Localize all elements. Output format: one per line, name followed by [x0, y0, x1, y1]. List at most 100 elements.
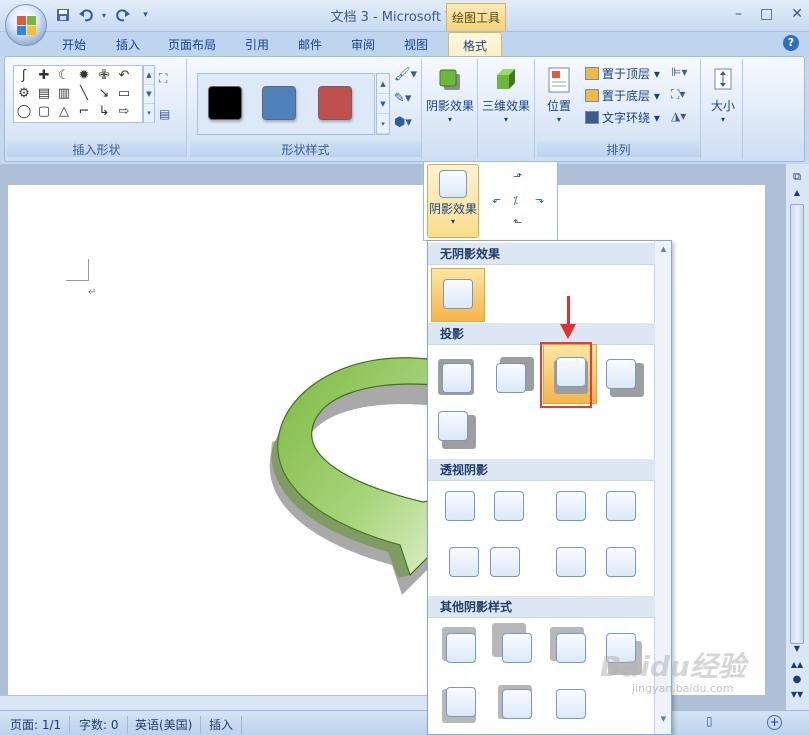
scroll-up-icon[interactable]: ▲ — [789, 188, 805, 197]
perspective-shadow-option-2[interactable] — [494, 491, 524, 521]
style-swatch-blue[interactable] — [262, 86, 296, 120]
text-wrap-button[interactable]: 文字环绕 ▾ — [585, 109, 660, 126]
other-shadow-option-2[interactable] — [502, 633, 532, 663]
line-shape-icon[interactable]: ╲ — [76, 86, 92, 102]
style-swatch-black[interactable] — [208, 86, 242, 120]
other-shadow-option-3[interactable] — [556, 633, 586, 663]
3d-effects-button[interactable]: 三维效果 ▾ — [479, 61, 533, 133]
menu-scroll-up-icon[interactable]: ▲ — [655, 245, 671, 253]
help-icon[interactable]: ? — [783, 35, 799, 51]
perspective-shadow-option-6[interactable] — [490, 547, 520, 577]
gallery-down-icon[interactable]: ▼ — [144, 85, 154, 104]
language-indicator[interactable]: 英语(美国) — [135, 716, 202, 733]
group-objects-icon[interactable]: ⛶▾ — [671, 87, 685, 102]
shadow-nudge-up-icon[interactable]: ⬏ — [513, 170, 522, 183]
cross-shape-icon[interactable]: ✚ — [36, 68, 52, 84]
other-shadow-option-6[interactable] — [502, 689, 532, 719]
rotate-icon[interactable]: ◮▾ — [671, 109, 686, 123]
elbow-arrow-icon[interactable]: ↳ — [96, 104, 112, 120]
line-color-icon[interactable]: ✎▾ — [394, 91, 418, 109]
tab-mailings[interactable]: 邮件 — [298, 36, 322, 53]
drop-shadow-option-1[interactable] — [442, 363, 472, 393]
gallery-more-icon[interactable]: ▾ — [144, 104, 154, 123]
drop-shadow-option-4[interactable] — [606, 359, 636, 389]
prev-page-icon[interactable]: ▲▲ — [789, 660, 805, 669]
styles-down-icon[interactable]: ▼ — [377, 94, 389, 114]
other-shadow-option-5[interactable] — [446, 687, 476, 717]
rectangle-shape-icon[interactable]: ▭ — [116, 86, 132, 102]
curved-arrow-shape[interactable] — [260, 340, 435, 600]
bring-to-front-button[interactable]: 置于顶层 ▾ — [585, 65, 660, 82]
next-page-icon[interactable]: ▼▼ — [789, 690, 805, 699]
perspective-shadow-option-1[interactable] — [445, 491, 475, 521]
curve-shape-icon[interactable]: ʃ — [16, 68, 32, 84]
size-button[interactable]: 大小 ▾ — [705, 63, 741, 133]
shadow-nudge-left-icon[interactable]: ⬐ — [492, 193, 501, 206]
perspective-shadow-option-7[interactable] — [556, 547, 586, 577]
perspective-shadow-option-4[interactable] — [606, 491, 636, 521]
style-swatch-red[interactable] — [318, 86, 352, 120]
edit-shape-icon[interactable]: ⛶ — [159, 71, 167, 86]
minimize-icon[interactable]: – — [735, 6, 742, 22]
styles-more-icon[interactable]: ▾ — [377, 114, 389, 134]
arrow-line-icon[interactable]: ↘ — [96, 86, 112, 102]
perspective-shadow-option-8[interactable] — [606, 547, 636, 577]
textbox-shape-icon[interactable]: ▤ — [36, 86, 52, 102]
text-box-icon[interactable]: ▤ — [159, 107, 170, 121]
other-shadow-option-1[interactable] — [446, 633, 476, 663]
tab-page-layout[interactable]: 页面布局 — [168, 36, 216, 53]
seal-shape-icon[interactable]: ✹ — [76, 68, 92, 84]
shadow-nudge-down-icon[interactable]: ⬑ — [513, 216, 522, 229]
vertical-textbox-icon[interactable]: ▥ — [56, 86, 72, 102]
scroll-thumb[interactable] — [790, 204, 804, 644]
shape-styles-scroll[interactable]: ▲ ▼ ▾ — [376, 73, 390, 135]
tab-references[interactable]: 引用 — [245, 36, 269, 53]
zoom-slider-thumb-icon[interactable]: ▯ — [706, 714, 713, 728]
tab-format[interactable]: 格式 — [448, 32, 503, 57]
browse-object-icon[interactable]: ● — [789, 674, 805, 685]
uturn-arrow-icon[interactable]: ↶ — [116, 68, 132, 84]
send-to-back-button[interactable]: 置于底层 ▾ — [585, 87, 660, 104]
tab-insert[interactable]: 插入 — [116, 36, 140, 53]
drop-shadow-option-5[interactable] — [438, 411, 468, 441]
maximize-icon[interactable]: □ — [760, 6, 773, 22]
triangle-shape-icon[interactable]: △ — [56, 104, 72, 120]
change-shape-icon[interactable]: ⬢▾ — [394, 115, 418, 133]
vertical-scrollbar[interactable]: ⧉ ▲ ▼ ▲▲ ● ▼▼ — [785, 164, 809, 710]
other-shadow-option-7[interactable] — [556, 689, 586, 719]
perspective-shadow-option-5[interactable] — [449, 547, 479, 577]
drop-shadow-option-2[interactable] — [496, 363, 526, 393]
office-button[interactable] — [5, 4, 47, 46]
elbow-connector-icon[interactable]: ⌐ — [76, 104, 92, 120]
plus-shape-icon[interactable]: ✙ — [96, 68, 112, 84]
shadow-toggle-icon[interactable]: ⁒ — [513, 194, 518, 207]
oval-shape-icon[interactable]: ◯ — [16, 104, 32, 120]
page-indicator[interactable]: 页面: 1/1 — [10, 716, 71, 733]
menu-scroll-down-icon[interactable]: ▼ — [655, 715, 671, 723]
shadow-nudge-right-icon[interactable]: ⬎ — [535, 193, 544, 206]
tab-view[interactable]: 视图 — [404, 36, 428, 53]
word-count[interactable]: 字数: 0 — [79, 716, 128, 733]
ruler-toggle-icon[interactable]: ⧉ — [789, 170, 805, 184]
scroll-down-icon[interactable]: ▼ — [789, 644, 805, 653]
fill-color-icon[interactable]: 🖌▾ — [394, 67, 418, 85]
insert-mode[interactable]: 插入 — [209, 716, 243, 733]
align-icon[interactable]: ⊫▾ — [671, 65, 687, 79]
moon-shape-icon[interactable]: ☾ — [56, 68, 72, 84]
tab-home[interactable]: 开始 — [62, 36, 86, 53]
shapes-gallery-scroll[interactable]: ▲ ▼ ▾ — [143, 65, 155, 123]
perspective-shadow-option-3[interactable] — [556, 491, 586, 521]
shape-styles-gallery[interactable] — [197, 73, 375, 135]
shadow-effects-dropdown-button[interactable]: 阴影效果 ▾ — [427, 164, 479, 238]
close-icon[interactable]: ✕ — [791, 6, 803, 22]
shadow-effects-button[interactable]: 阴影效果 ▾ — [424, 61, 476, 133]
right-arrow-shape-icon[interactable]: ⇨ — [116, 104, 132, 120]
rounded-rect-icon[interactable]: ▢ — [36, 104, 52, 120]
shapes-gallery[interactable]: ʃ ✚ ☾ ✹ ✙ ↶ ⚙ ▤ ▥ ╲ ↘ ▭ ◯ ▢ △ ⌐ ↳ ⇨ — [13, 65, 143, 123]
zoom-in-icon[interactable]: + — [767, 715, 782, 730]
horizontal-scrollbar[interactable] — [0, 695, 428, 710]
gallery-up-icon[interactable]: ▲ — [144, 66, 154, 85]
tab-review[interactable]: 审阅 — [351, 36, 375, 53]
gear-shape-icon[interactable]: ⚙ — [16, 86, 32, 102]
position-button[interactable]: 位置 ▾ — [539, 63, 579, 133]
